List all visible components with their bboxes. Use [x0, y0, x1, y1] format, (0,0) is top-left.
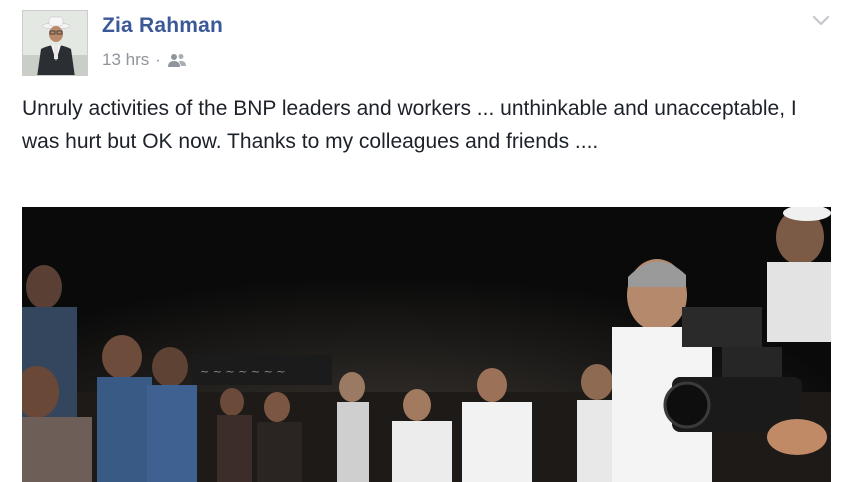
author-name-link[interactable]: Zia Rahman	[102, 14, 223, 38]
post-meta: 13 hrs ·	[102, 50, 187, 70]
photo-image: ~ ~ ~ ~ ~ ~ ~	[22, 207, 831, 482]
post-message: Unruly activities of the BNP leaders and…	[22, 97, 797, 153]
meta-separator: ·	[155, 50, 161, 69]
chevron-down-icon[interactable]	[812, 14, 830, 28]
facebook-post: Zia Rahman 13 hrs · Unruly activities of…	[0, 0, 857, 482]
avatar-image	[23, 11, 87, 75]
post-photo[interactable]: ~ ~ ~ ~ ~ ~ ~	[22, 207, 831, 482]
author-avatar[interactable]	[22, 10, 88, 76]
post-timestamp[interactable]: 13 hrs	[102, 50, 149, 70]
friends-icon[interactable]	[167, 52, 187, 68]
svg-text:~ ~ ~ ~ ~ ~ ~: ~ ~ ~ ~ ~ ~ ~	[200, 365, 286, 378]
